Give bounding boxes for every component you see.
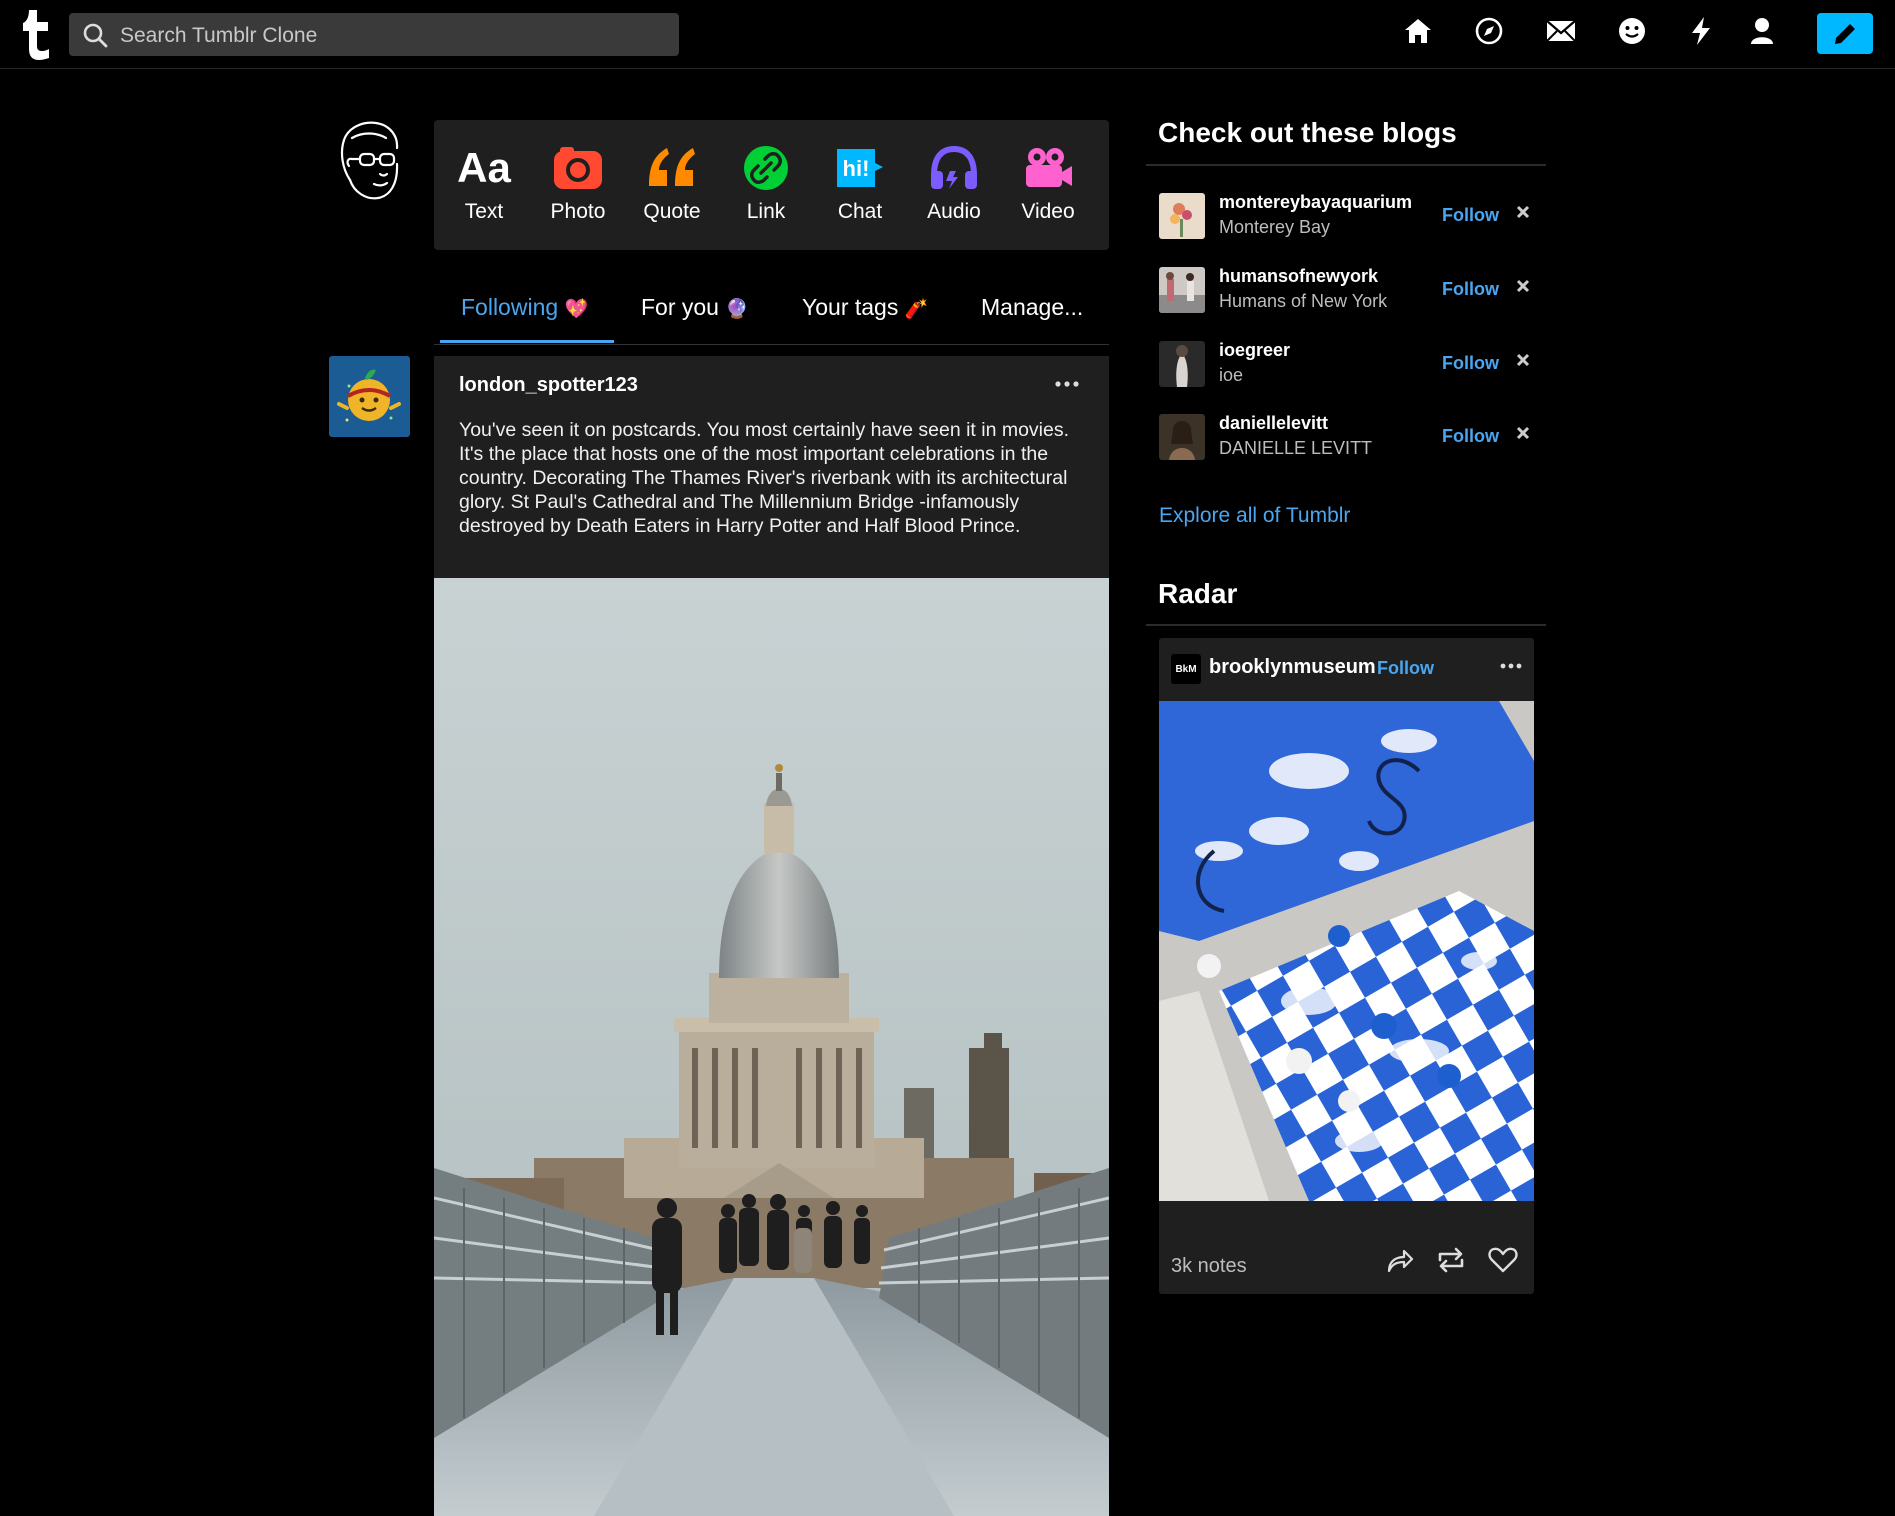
link-icon <box>721 140 811 196</box>
blog-avatar[interactable] <box>1159 414 1205 460</box>
blogs-heading: Check out these blogs <box>1158 117 1457 148</box>
activity-icon[interactable] <box>1684 14 1718 48</box>
blog-name[interactable]: ioegreer <box>1219 340 1290 361</box>
post-type-quote[interactable]: Quote <box>627 140 717 224</box>
blog-title: Humans of New York <box>1219 291 1388 311</box>
top-bar <box>0 0 1895 69</box>
feed-tabs: Following 💖 For you 🔮 Your tags 🧨 Manage… <box>434 280 1109 345</box>
user-avatar[interactable] <box>334 118 406 202</box>
tumblr-logo[interactable] <box>20 8 54 60</box>
search-bar[interactable] <box>69 13 679 58</box>
radar-photo <box>1159 701 1534 1201</box>
radar-blog-avatar[interactable]: BkM <box>1171 654 1201 684</box>
radar-heading: Radar <box>1158 578 1238 609</box>
post-type-video[interactable]: Video <box>1003 140 1093 224</box>
dismiss-icon[interactable] <box>1516 426 1530 440</box>
blog-suggestion[interactable]: humansofnewyork Humans of New York Follo… <box>1159 266 1539 317</box>
blog-title: DANIELLE LEVITT <box>1219 438 1373 458</box>
tab-following[interactable]: Following 💖 <box>461 294 588 321</box>
follow-button[interactable]: Follow <box>1442 279 1499 300</box>
post-type-text[interactable]: Aa Text <box>439 140 529 224</box>
post-type-photo[interactable]: Photo <box>533 140 623 224</box>
tab-manage[interactable]: Manage... <box>981 294 1083 321</box>
post-type-audio[interactable]: Audio <box>909 140 999 224</box>
blog-avatar[interactable] <box>1159 193 1205 239</box>
radar-blog-name[interactable]: brooklynmuseum <box>1209 656 1376 679</box>
like-icon[interactable] <box>1486 1243 1520 1277</box>
search-input[interactable] <box>118 13 662 58</box>
blog-title: Monterey Bay <box>1219 217 1331 237</box>
inbox-icon[interactable] <box>1544 14 1578 48</box>
dismiss-icon[interactable] <box>1516 353 1530 367</box>
more-options-icon[interactable] <box>1054 380 1080 388</box>
quote-icon <box>627 140 717 196</box>
chat-icon: hi! <box>815 140 905 196</box>
blog-avatar[interactable] <box>1159 267 1205 313</box>
search-icon <box>83 23 108 48</box>
svg-text:hi!: hi! <box>843 156 870 181</box>
blog-suggestion[interactable]: ioegreer ioe Follow <box>1159 340 1539 391</box>
blog-name[interactable]: montereybayaquarium <box>1219 192 1412 213</box>
dismiss-icon[interactable] <box>1516 205 1530 219</box>
post-photo <box>434 578 1109 1516</box>
video-camera-icon <box>1003 140 1093 196</box>
follow-button[interactable]: Follow <box>1442 353 1499 374</box>
explore-icon[interactable] <box>1472 14 1506 48</box>
tab-your-tags[interactable]: Your tags 🧨 <box>802 294 928 321</box>
divider <box>1146 164 1546 166</box>
account-icon[interactable] <box>1745 14 1779 48</box>
blog-avatar[interactable] <box>1159 341 1205 387</box>
share-icon[interactable] <box>1383 1243 1417 1277</box>
post-type-bar: Aa Text Photo Quote Link hi! Chat Audio <box>434 120 1109 250</box>
post-author-avatar[interactable] <box>329 356 410 437</box>
divider <box>1146 624 1546 626</box>
blog-name[interactable]: daniellelevitt <box>1219 413 1328 434</box>
blog-name[interactable]: humansofnewyork <box>1219 266 1378 287</box>
tab-for-you[interactable]: For you 🔮 <box>641 294 749 321</box>
pencil-icon <box>1835 21 1857 44</box>
text-icon: Aa <box>457 144 511 191</box>
compose-button[interactable] <box>1817 13 1873 54</box>
post-type-chat[interactable]: hi! Chat <box>815 140 905 224</box>
explore-link[interactable]: Explore all of Tumblr <box>1159 504 1350 528</box>
blog-suggestion[interactable]: montereybayaquarium Monterey Bay Follow <box>1159 192 1539 243</box>
messages-icon[interactable] <box>1615 14 1649 48</box>
dismiss-icon[interactable] <box>1516 279 1530 293</box>
post-type-link[interactable]: Link <box>721 140 811 224</box>
camera-icon <box>533 140 623 196</box>
radar-follow-button[interactable]: Follow <box>1377 658 1434 679</box>
post-card: london_spotter123 You've seen it on post… <box>434 356 1109 1516</box>
notes-count[interactable]: 3k notes <box>1171 1255 1247 1278</box>
more-options-icon[interactable] <box>1499 662 1523 670</box>
follow-button[interactable]: Follow <box>1442 426 1499 447</box>
blog-title: ioe <box>1219 365 1244 385</box>
headphones-icon <box>909 140 999 196</box>
blog-suggestion[interactable]: daniellelevitt DANIELLE LEVITT Follow <box>1159 413 1539 464</box>
post-username[interactable]: london_spotter123 <box>459 374 638 397</box>
follow-button[interactable]: Follow <box>1442 205 1499 226</box>
reblog-icon[interactable] <box>1434 1243 1468 1277</box>
active-tab-indicator <box>440 340 614 343</box>
radar-card: BkM brooklynmuseum Follow 3k notes <box>1159 638 1534 1294</box>
home-icon[interactable] <box>1401 14 1435 48</box>
post-body-text: You've seen it on postcards. You most ce… <box>459 419 1070 537</box>
